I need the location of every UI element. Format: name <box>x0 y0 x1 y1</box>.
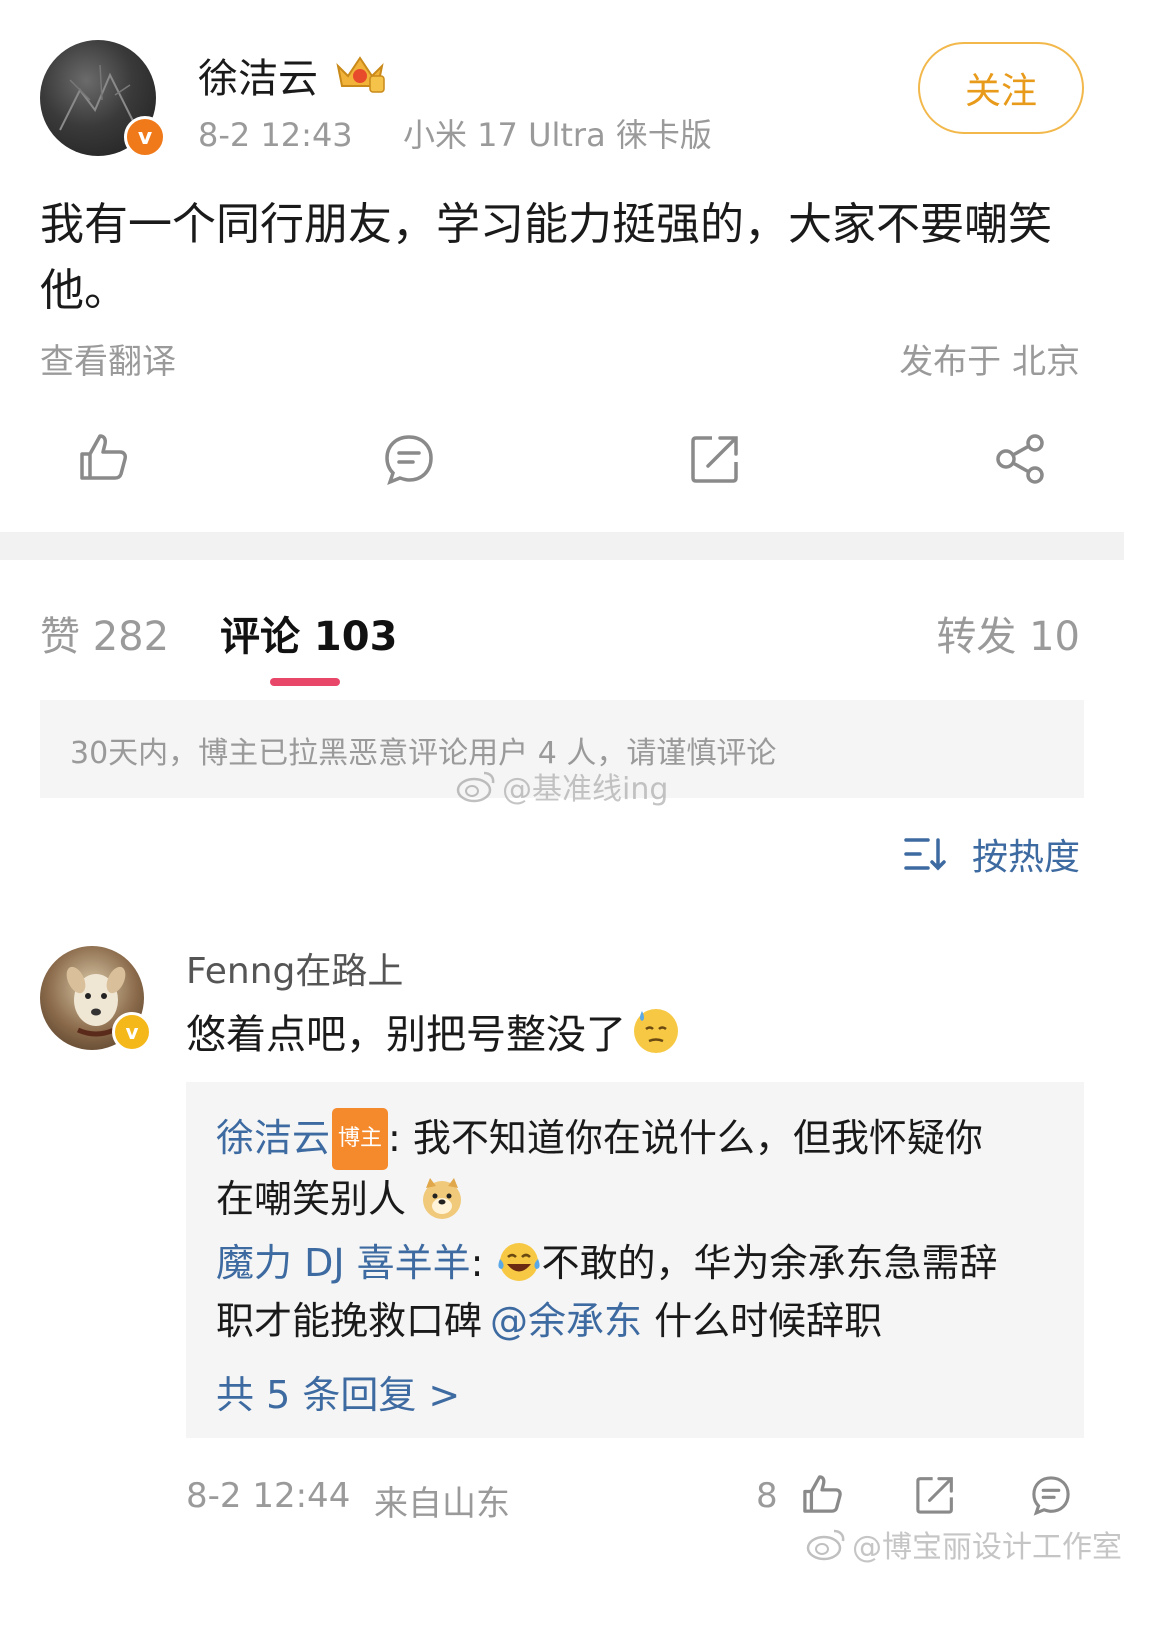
post-device: 小米 17 Ultra 徕卡版 <box>403 116 712 154</box>
owner-tag: 博主 <box>332 1108 389 1170</box>
comment-button[interactable] <box>382 432 436 486</box>
reply-text: 在嘲笑别人 <box>216 1177 407 1221</box>
verified-v-icon: v <box>112 1012 152 1052</box>
watermark-bottom: @博宝丽设计工作室 <box>806 1522 1122 1566</box>
mention-link[interactable]: @余承东 <box>490 1299 642 1343</box>
comment-like-count: 8 <box>756 1476 778 1516</box>
reply-item: 魔力 DJ 喜羊羊: 不敢的，华为余承东急需辞 职才能挽救口碑 @余承东 什么时候… <box>216 1241 998 1343</box>
follow-button[interactable]: 关注 <box>918 42 1084 134</box>
comment-icon <box>385 435 433 486</box>
comment-origin: 来自山东 <box>374 1484 510 1524</box>
doge-emoji-icon <box>423 1178 462 1219</box>
post-time: 8-2 12:43 <box>198 116 353 154</box>
like-icon <box>803 1475 842 1513</box>
share-icon <box>996 434 1044 484</box>
section-divider <box>0 532 1124 560</box>
more-replies-link[interactable]: 共 5 条回复 > <box>216 1364 460 1419</box>
reply-text: 不敢的，华为余承东急需辞 <box>541 1241 998 1285</box>
commenter-name[interactable]: Fenng在路上 <box>186 942 403 994</box>
reply-author[interactable]: 魔力 DJ 喜羊羊 <box>216 1241 471 1285</box>
share-button[interactable] <box>994 432 1048 486</box>
reply-author[interactable]: 徐洁云 <box>216 1116 330 1160</box>
tab-comments[interactable]: 评论 103 <box>220 604 397 662</box>
comment-time: 8-2 12:44 <box>186 1476 351 1516</box>
sort-label: 按热度 <box>971 837 1080 878</box>
post-location: 发布于 北京 <box>899 342 1080 382</box>
repost-icon <box>916 1477 953 1514</box>
sort-button[interactable]: 按热度 <box>902 828 1080 880</box>
comment-reply-button[interactable] <box>1030 1474 1072 1520</box>
sort-icon <box>904 838 946 871</box>
laugh-cry-emoji-icon <box>497 1243 540 1281</box>
translate-link[interactable]: 查看翻译 <box>40 334 176 383</box>
like-button[interactable] <box>76 430 130 484</box>
comment-text: 悠着点吧，别把号整没了 <box>186 1012 626 1058</box>
verified-v-icon: v <box>124 116 166 158</box>
comment-like-button[interactable] <box>800 1472 844 1520</box>
weibo-logo-icon <box>456 771 495 803</box>
repost-button[interactable] <box>688 432 742 486</box>
tab-likes[interactable]: 赞 282 <box>40 604 169 662</box>
moderation-notice-text: 30天内，博主已拉黑恶意评论用户 4 人，请谨慎评论 <box>70 736 777 771</box>
weibo-logo-icon <box>806 1529 845 1561</box>
watermark-center: @基准线ing <box>456 764 668 808</box>
repost-icon <box>691 436 738 483</box>
author-name[interactable]: 徐洁云 <box>198 46 318 104</box>
post-text: 我有一个同行朋友，学习能力挺强的，大家不要嘲笑他。 <box>40 199 1052 316</box>
comment-repost-button[interactable] <box>914 1474 956 1520</box>
reply-text: 什么时候辞职 <box>642 1299 883 1343</box>
comment-icon <box>1032 1476 1070 1516</box>
crown-badge-icon <box>334 52 386 94</box>
sweat-emoji-icon <box>634 1009 678 1053</box>
tab-active-indicator <box>270 678 340 686</box>
tab-reposts[interactable]: 转发 10 <box>936 604 1080 662</box>
reply-text: 职才能挽救口碑 <box>216 1299 483 1343</box>
reply-text: : 我不知道你在说什么，但我怀疑你 <box>388 1116 983 1160</box>
reply-item: 徐洁云 博主: 我不知道你在说什么，但我怀疑你 在嘲笑别人 <box>216 1108 1066 1228</box>
like-icon <box>80 434 127 480</box>
